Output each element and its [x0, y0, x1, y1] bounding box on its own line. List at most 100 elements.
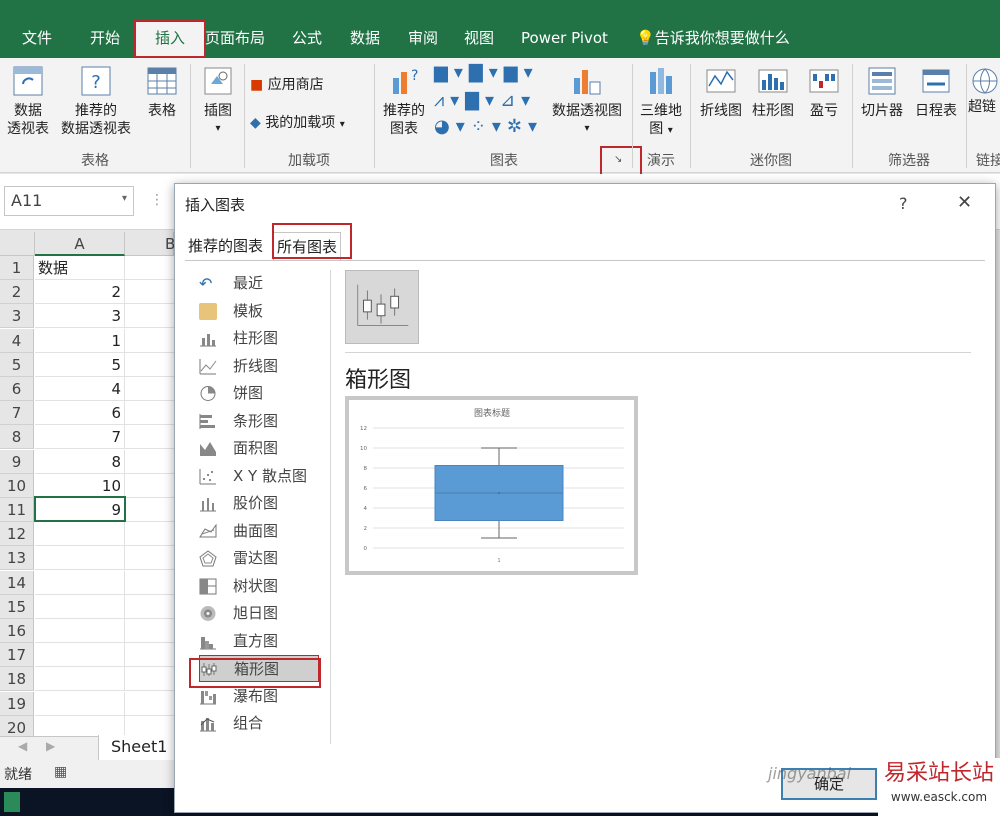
cell-a[interactable]: 10: [35, 473, 125, 498]
recommended-pivot-button[interactable]: ? 推荐的 数据透视表: [56, 64, 136, 138]
category-treemap[interactable]: 树状图: [199, 573, 319, 600]
cell-b[interactable]: [125, 377, 174, 401]
hyperlink-button[interactable]: 超链: [968, 64, 1000, 116]
pie-chart-menu[interactable]: ◕▾⁘▾✲▾: [434, 116, 543, 137]
macro-record-icon[interactable]: ▦: [54, 764, 67, 780]
cell-a[interactable]: [35, 522, 125, 547]
cell-b[interactable]: [125, 643, 174, 668]
row-header[interactable]: 3: [0, 304, 34, 329]
cell-b[interactable]: [125, 450, 174, 474]
cell-b[interactable]: [125, 692, 174, 716]
category-pie[interactable]: 饼图: [199, 380, 319, 407]
row-header[interactable]: 7: [0, 401, 34, 426]
cell-b[interactable]: [125, 546, 174, 571]
row-header[interactable]: 10: [0, 473, 34, 498]
row-header[interactable]: 6: [0, 377, 34, 401]
cell-b[interactable]: [125, 522, 174, 547]
category-line[interactable]: 折线图: [199, 353, 319, 380]
cell-b[interactable]: [125, 425, 174, 450]
illustrations-button[interactable]: 插图 ▾: [196, 64, 240, 138]
pivot-table-button[interactable]: 数据 透视表: [4, 64, 52, 138]
category-radar[interactable]: 雷达图: [199, 545, 319, 572]
cell-a[interactable]: [35, 570, 125, 595]
row-header[interactable]: 1: [0, 256, 34, 280]
cell-b[interactable]: [125, 401, 174, 426]
my-addins-button[interactable]: ◆ 我的加载项 ▾: [250, 112, 345, 132]
cell-b[interactable]: [125, 571, 174, 595]
tab-file[interactable]: 文件: [22, 20, 52, 58]
category-sunburst[interactable]: 旭日图: [199, 600, 319, 627]
scroll-right-icon[interactable]: ▶: [46, 739, 55, 753]
sparkline-line-button[interactable]: 折线图: [696, 64, 746, 120]
sparkline-column-button[interactable]: 柱形图: [748, 64, 798, 120]
category-templates[interactable]: 模板: [199, 298, 319, 325]
category-column[interactable]: 柱形图: [199, 325, 319, 352]
cell-a[interactable]: 4: [35, 377, 125, 401]
category-scatter[interactable]: X Y 散点图: [199, 463, 319, 490]
tab-page-layout[interactable]: 页面布局: [205, 20, 265, 58]
row-header[interactable]: 16: [0, 619, 34, 643]
taskbar-app-icon[interactable]: [4, 792, 20, 812]
row-header[interactable]: 17: [0, 643, 34, 668]
row-header[interactable]: 14: [0, 570, 34, 595]
sparkline-winloss-button[interactable]: 盈亏: [802, 64, 846, 120]
cell-b[interactable]: [125, 474, 174, 498]
row-header[interactable]: 19: [0, 691, 34, 716]
select-all-corner[interactable]: [0, 232, 35, 256]
tab-formulas[interactable]: 公式: [292, 20, 322, 58]
slicer-button[interactable]: 切片器: [856, 64, 908, 120]
store-button[interactable]: ■ 应用商店: [250, 74, 324, 94]
cell-a[interactable]: 3: [35, 304, 125, 329]
cell-b[interactable]: [125, 280, 174, 305]
category-recent[interactable]: ↶ 最近: [199, 270, 319, 297]
boxplot-subtype-thumbnail[interactable]: [345, 270, 419, 344]
category-combo[interactable]: 组合: [199, 710, 319, 737]
category-surface[interactable]: 曲面图: [199, 518, 319, 545]
table-button[interactable]: 表格: [140, 64, 184, 120]
cell-b[interactable]: [125, 256, 174, 280]
cell-a[interactable]: 1: [35, 328, 125, 353]
cell-a[interactable]: [35, 667, 125, 692]
row-header[interactable]: 2: [0, 280, 34, 305]
category-stock[interactable]: 股价图: [199, 490, 319, 517]
category-histogram[interactable]: 直方图: [199, 628, 319, 655]
category-area[interactable]: 面积图: [199, 435, 319, 462]
pivot-chart-button[interactable]: 数据透视图 ▾: [546, 64, 628, 138]
tab-insert[interactable]: 插入: [134, 20, 206, 58]
category-bar[interactable]: 条形图: [199, 408, 319, 435]
cell-a[interactable]: 8: [35, 449, 125, 474]
cell-a[interactable]: [35, 619, 125, 643]
row-header[interactable]: 12: [0, 522, 34, 547]
tab-data[interactable]: 数据: [350, 20, 380, 58]
cell-a[interactable]: 6: [35, 401, 125, 426]
map3d-button[interactable]: 三维地 图 ▾: [636, 64, 686, 140]
cell-a[interactable]: [35, 691, 125, 716]
cell-a[interactable]: 2: [35, 280, 125, 305]
cell-a[interactable]: 数据: [35, 256, 125, 280]
row-header[interactable]: 13: [0, 546, 34, 571]
cell-b[interactable]: [125, 329, 174, 353]
row-header[interactable]: 15: [0, 594, 34, 619]
cell-a[interactable]: [35, 643, 125, 668]
help-button[interactable]: ?: [899, 194, 908, 213]
recommended-charts-button[interactable]: ? 推荐的 图表: [378, 64, 430, 138]
row-header[interactable]: 18: [0, 667, 34, 692]
row-header[interactable]: 5: [0, 352, 34, 377]
tell-me-box[interactable]: 💡告诉我你想要做什么: [636, 20, 790, 58]
row-header[interactable]: 8: [0, 425, 34, 450]
column-header-a[interactable]: A: [35, 232, 125, 256]
row-header[interactable]: 4: [0, 328, 34, 353]
tab-view[interactable]: 视图: [464, 20, 494, 58]
row-header[interactable]: 11: [0, 498, 34, 522]
tab-home[interactable]: 开始: [90, 20, 120, 58]
tab-power-pivot[interactable]: Power Pivot: [521, 20, 608, 58]
name-box[interactable]: A11 ▾: [4, 186, 134, 216]
cell-b[interactable]: [125, 498, 174, 522]
row-header[interactable]: 9: [0, 449, 34, 474]
timeline-button[interactable]: 日程表: [910, 64, 962, 120]
cell-a[interactable]: [35, 546, 125, 571]
line-chart-menu[interactable]: ⩘▾▇▾⊿▾: [434, 90, 536, 111]
tab-review[interactable]: 审阅: [408, 20, 438, 58]
cell-a[interactable]: 7: [35, 425, 125, 450]
cell-b[interactable]: [125, 304, 174, 329]
